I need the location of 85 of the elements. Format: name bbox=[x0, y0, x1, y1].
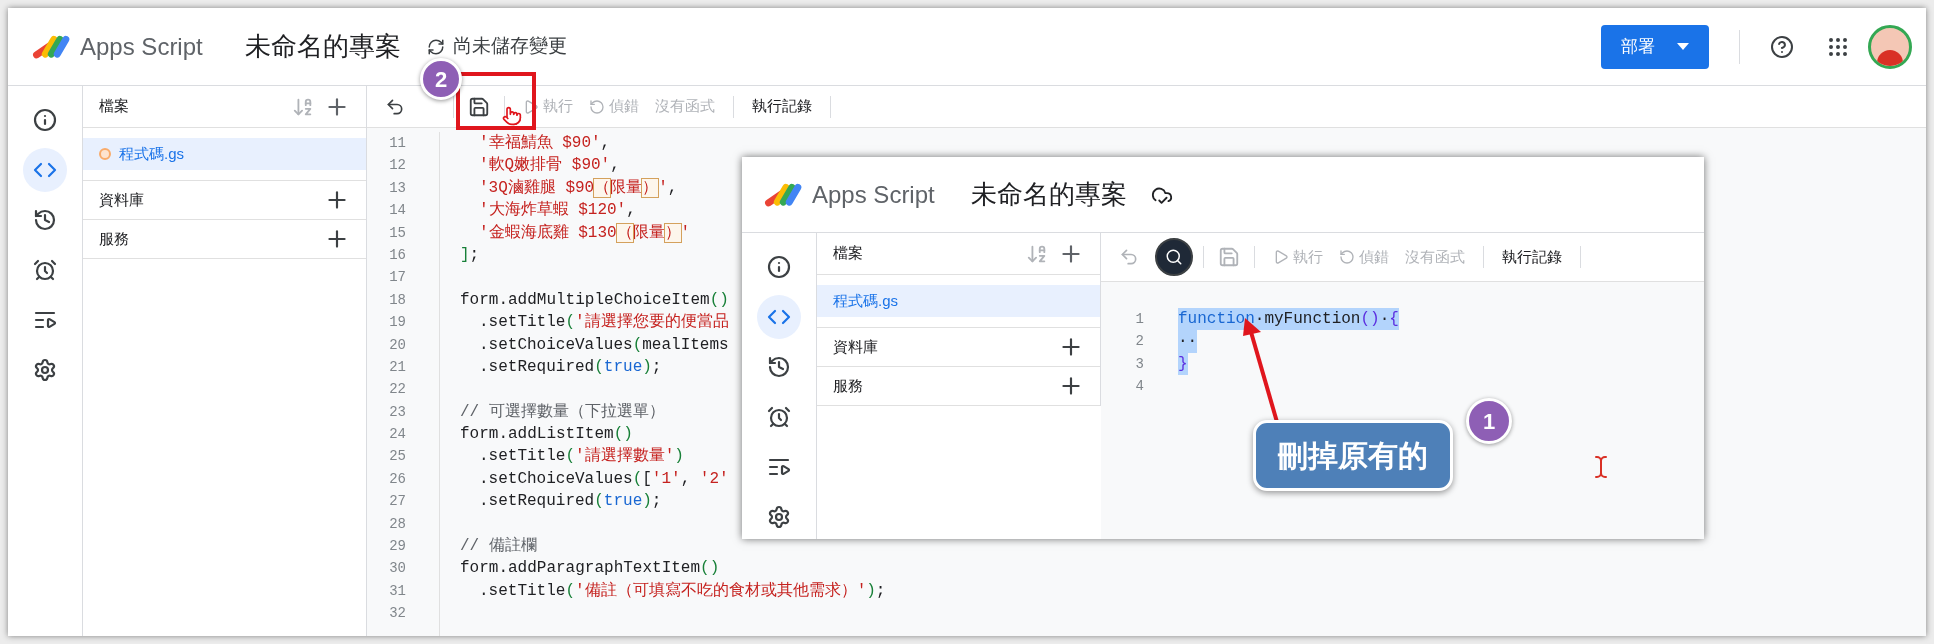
help-icon[interactable] bbox=[1770, 34, 1794, 59]
history-icon bbox=[33, 208, 57, 232]
code-line: .setChoiceValues(['1', '2' bbox=[479, 468, 729, 490]
code-line: .setTitle('請選擇數量') bbox=[479, 446, 684, 468]
code-line: // 可選擇數量（下拉選單） bbox=[460, 401, 665, 423]
line-number: 13 bbox=[388, 178, 407, 198]
code-button[interactable] bbox=[23, 148, 67, 192]
line-number: 11 bbox=[388, 134, 407, 153]
section-heading: 服務 bbox=[833, 375, 863, 396]
debug-icon bbox=[1339, 249, 1355, 265]
file-item[interactable]: 程式碼.gs bbox=[83, 138, 366, 170]
line-number: 27 bbox=[388, 492, 407, 512]
step-badge: 2 bbox=[420, 58, 462, 100]
line-number: 22 bbox=[388, 380, 407, 400]
alarm-clock-icon bbox=[33, 258, 57, 282]
line-number: 14 bbox=[388, 201, 407, 221]
save-icon bbox=[468, 95, 490, 118]
line-number: 1 bbox=[1134, 310, 1145, 329]
line-number: 19 bbox=[388, 313, 407, 333]
undo-icon bbox=[1119, 247, 1139, 267]
history-icon bbox=[767, 355, 791, 379]
code-line: '幸福鯖魚 $90', bbox=[479, 133, 611, 154]
toolbar-button[interactable]: 執行記錄 bbox=[744, 95, 820, 118]
line-number: 12 bbox=[388, 156, 407, 176]
settings-icon bbox=[767, 505, 791, 529]
code-line: .setTitle('請選擇您要的便當品 bbox=[479, 312, 729, 334]
code-button[interactable] bbox=[757, 295, 801, 339]
line-number: 4 bbox=[1134, 377, 1145, 397]
code-line: .setRequired(true); bbox=[479, 356, 662, 378]
code-line: .setChoiceValues(mealItems bbox=[479, 334, 729, 356]
product-name: Apps Script bbox=[812, 179, 935, 210]
line-number: 21 bbox=[388, 357, 407, 377]
section-heading: 服務 bbox=[99, 228, 129, 249]
play-icon bbox=[1273, 249, 1289, 265]
line-number: 23 bbox=[388, 402, 407, 422]
line-number: 2 bbox=[1134, 332, 1145, 352]
product-name: Apps Script bbox=[80, 31, 203, 62]
code-line: // 備註欄 bbox=[460, 535, 537, 558]
line-number: 17 bbox=[388, 268, 407, 288]
settings-icon bbox=[33, 358, 57, 382]
line-number: 18 bbox=[388, 290, 407, 310]
line-number: 24 bbox=[388, 425, 407, 445]
line-number: 28 bbox=[388, 514, 407, 534]
line-number: 25 bbox=[388, 447, 407, 467]
section-heading: 資料庫 bbox=[833, 336, 878, 357]
line-number: 3 bbox=[1134, 354, 1145, 374]
play-icon bbox=[523, 98, 539, 115]
file-item[interactable]: 程式碼.gs bbox=[817, 285, 1100, 317]
code-line: .setRequired(true); bbox=[479, 491, 662, 513]
save-icon bbox=[1218, 246, 1240, 268]
hand-cursor-icon bbox=[502, 106, 522, 126]
code-line: '3Q滷雞腿 $90（限量）', bbox=[479, 177, 678, 199]
info-icon bbox=[33, 108, 57, 132]
line-number: 20 bbox=[388, 335, 407, 355]
files-heading: 檔案 bbox=[833, 243, 863, 264]
save-status: 尚未儲存變更 bbox=[452, 34, 567, 59]
toolbar-button[interactable]: 執行記錄 bbox=[1494, 245, 1570, 269]
project-title[interactable]: 未命名的專案 bbox=[244, 27, 401, 66]
undo-icon bbox=[385, 96, 405, 117]
section-heading: 資料庫 bbox=[99, 189, 144, 210]
caret-icon bbox=[1677, 43, 1689, 50]
line-number: 16 bbox=[388, 245, 407, 265]
line-number: 31 bbox=[388, 581, 407, 601]
code-line: form.addListItem() bbox=[460, 424, 633, 446]
avatar[interactable] bbox=[1868, 24, 1912, 69]
files-heading: 檔案 bbox=[99, 96, 129, 117]
code-line: '軟Q嫩排骨 $90', bbox=[479, 155, 620, 177]
line-number: 15 bbox=[388, 223, 407, 243]
code-line: .setTitle('備註（可填寫不吃的食材或其他需求）'); bbox=[479, 580, 886, 602]
code-line: ]; bbox=[460, 244, 480, 266]
info-icon bbox=[767, 255, 791, 279]
callout-label: 刪掉原有的 bbox=[1253, 420, 1453, 491]
line-number: 29 bbox=[388, 537, 407, 557]
code-line: '金蝦海底雞 $130（限量）' bbox=[479, 222, 691, 244]
code-line: form.addMultipleChoiceItem() bbox=[460, 289, 729, 311]
code-line: '大海炸草蝦 $120', bbox=[479, 199, 636, 222]
code-line: form.addParagraphTextItem() bbox=[460, 558, 720, 580]
alarm-clock-icon bbox=[767, 405, 791, 429]
line-number: 32 bbox=[388, 604, 407, 624]
debug-icon bbox=[589, 98, 605, 115]
sync-icon bbox=[426, 37, 445, 56]
deploy-button[interactable]: 部署 bbox=[1601, 24, 1709, 69]
project-title[interactable]: 未命名的專案 bbox=[970, 175, 1127, 214]
line-number: 30 bbox=[388, 559, 407, 579]
line-number: 26 bbox=[388, 469, 407, 489]
